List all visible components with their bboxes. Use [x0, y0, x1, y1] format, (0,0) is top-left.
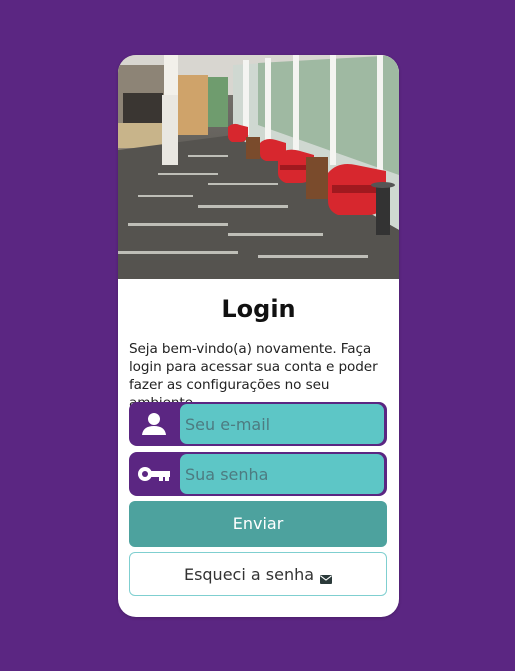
email-input[interactable]	[180, 404, 384, 444]
email-field-group	[129, 402, 387, 446]
password-input[interactable]	[180, 454, 384, 494]
submit-button[interactable]: Enviar	[129, 501, 387, 547]
forgot-password-label: Esqueci a senha	[183, 564, 315, 584]
envelope-icon	[320, 569, 333, 584]
forgot-password-button[interactable]: Esqueci a senha	[129, 552, 387, 596]
login-card: Login Seja bem-vindo(a) novamente. Faça …	[118, 55, 399, 617]
user-icon	[129, 402, 179, 446]
page-title: Login	[221, 295, 296, 323]
key-icon	[129, 452, 179, 496]
password-field-group	[129, 452, 387, 496]
hotel-lobby-image	[118, 55, 399, 279]
